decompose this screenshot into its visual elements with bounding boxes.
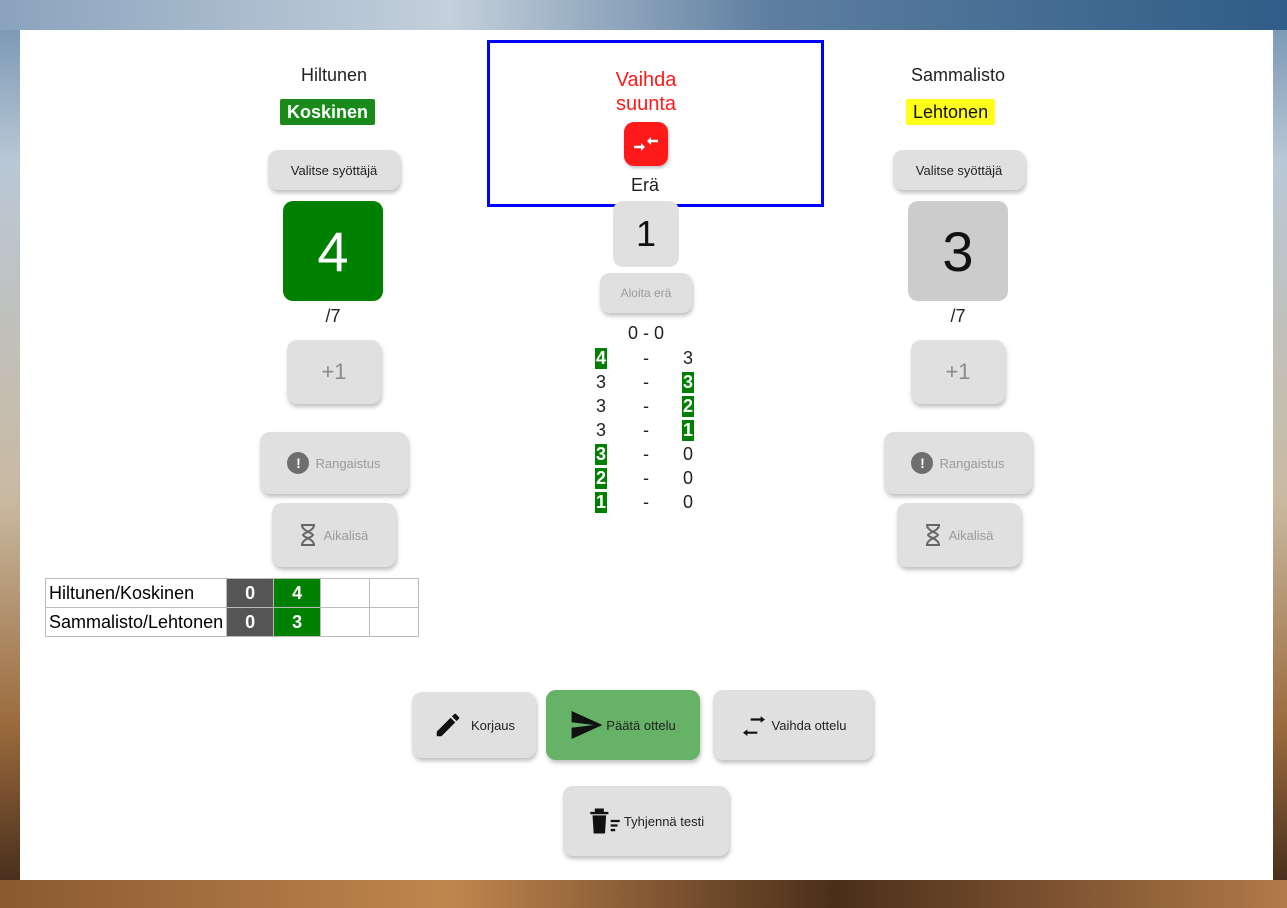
history-row: 3 - 0 bbox=[590, 444, 700, 468]
history-sep: - bbox=[643, 420, 649, 440]
history-left: 1 bbox=[595, 492, 607, 513]
correction-label: Korjaus bbox=[470, 717, 516, 733]
background-sky bbox=[0, 0, 1287, 30]
history-sep: - bbox=[643, 396, 649, 416]
tally-sets: 0 bbox=[226, 578, 275, 608]
tally-empty-cell bbox=[369, 607, 420, 637]
history-right: 3 bbox=[682, 348, 693, 368]
sets-tally-table: Hiltunen/Koskinen 0 4 Sammalisto/Lehtone… bbox=[44, 578, 420, 637]
right-penalty-label: Rangaistus bbox=[939, 455, 1005, 471]
clear-test-label: Tyhjennä testi bbox=[623, 813, 705, 829]
point-history: 4 - 3 3 - 3 3 - 2 3 - 1 3 - 0 2 - 0 1 - … bbox=[590, 348, 700, 516]
delete-sweep-icon bbox=[588, 806, 622, 836]
set-score: 0 - 0 bbox=[627, 323, 665, 343]
tally-empty-cell bbox=[369, 578, 420, 608]
history-sep: - bbox=[643, 492, 649, 512]
right-team-tag-label: Lehtonen bbox=[906, 99, 996, 125]
tally-team-name: Hiltunen/Koskinen bbox=[44, 578, 228, 608]
left-plus-one-button[interactable]: +1 bbox=[287, 340, 381, 404]
send-icon bbox=[570, 711, 604, 739]
history-right: 1 bbox=[682, 420, 694, 441]
change-match-label: Vaihda ottelu bbox=[771, 717, 847, 733]
right-timeout-button[interactable]: Aikalisä bbox=[897, 503, 1021, 567]
history-sep: - bbox=[643, 348, 649, 368]
history-row: 3 - 1 bbox=[590, 420, 700, 444]
table-row: Hiltunen/Koskinen 0 4 bbox=[44, 578, 420, 608]
history-right: 2 bbox=[682, 396, 694, 417]
right-max: /7 bbox=[950, 306, 966, 326]
right-timeout-label: Aikalisä bbox=[948, 527, 994, 543]
left-penalty-button[interactable]: ! Rangaistus bbox=[260, 432, 408, 494]
tally-sets: 0 bbox=[226, 607, 275, 637]
correction-button[interactable]: Korjaus bbox=[412, 692, 536, 758]
right-score-value: 3 bbox=[942, 219, 974, 283]
background-sand bbox=[0, 880, 1287, 908]
clear-test-button[interactable]: Tyhjennä testi bbox=[563, 786, 729, 856]
tally-current: 4 bbox=[273, 578, 322, 608]
right-plus-one-button[interactable]: +1 bbox=[911, 340, 1005, 404]
history-right: 0 bbox=[682, 468, 693, 488]
history-right: 0 bbox=[682, 444, 693, 464]
left-penalty-label: Rangaistus bbox=[315, 455, 381, 471]
left-timeout-label: Aikalisä bbox=[323, 527, 369, 543]
right-select-server-button[interactable]: Valitse syöttäjä bbox=[893, 150, 1025, 190]
pencil-icon bbox=[433, 710, 463, 740]
tally-team-name: Sammalisto/Lehtonen bbox=[44, 607, 228, 637]
end-match-button[interactable]: Päätä ottelu bbox=[546, 690, 700, 760]
history-left: 4 bbox=[595, 348, 607, 369]
switch-direction-button[interactable] bbox=[624, 122, 668, 166]
switch-direction-title: Vaihda suunta bbox=[590, 68, 702, 116]
history-left: 3 bbox=[595, 372, 606, 392]
history-left: 3 bbox=[595, 444, 607, 465]
left-team-tag: Koskinen bbox=[280, 99, 376, 125]
table-row: Sammalisto/Lehtonen 0 3 bbox=[44, 607, 420, 637]
change-match-button[interactable]: Vaihda ottelu bbox=[713, 690, 873, 760]
history-sep: - bbox=[643, 372, 649, 392]
history-row: 1 - 0 bbox=[590, 492, 700, 516]
switch-direction-title-line2: suunta bbox=[615, 93, 677, 115]
history-sep: - bbox=[643, 444, 649, 464]
round-number-value: 1 bbox=[635, 213, 657, 254]
left-timeout-button[interactable]: Aikalisä bbox=[272, 503, 396, 567]
left-plus-one-label: +1 bbox=[321, 359, 347, 384]
round-number-display: 1 bbox=[613, 201, 679, 267]
history-row: 2 - 0 bbox=[590, 468, 700, 492]
left-select-server-label: Valitse syöttäjä bbox=[290, 162, 378, 178]
left-max: /7 bbox=[325, 306, 341, 326]
alert-icon: ! bbox=[911, 452, 934, 474]
history-left: 2 bbox=[595, 468, 607, 489]
right-team-name: Sammalisto bbox=[910, 65, 1006, 85]
right-plus-one-label: +1 bbox=[945, 359, 971, 384]
right-score: 3 bbox=[908, 201, 1008, 301]
history-sep: - bbox=[643, 468, 649, 488]
swap-horiz-icon bbox=[740, 714, 768, 736]
left-score: 4 bbox=[283, 201, 383, 301]
start-round-button[interactable]: Aloita erä bbox=[600, 273, 692, 313]
history-row: 3 - 2 bbox=[590, 396, 700, 420]
hourglass-icon bbox=[925, 524, 941, 546]
swap-direction-icon bbox=[633, 135, 659, 153]
history-row: 3 - 3 bbox=[590, 372, 700, 396]
left-team-tag-label: Koskinen bbox=[280, 99, 376, 125]
round-label: Erä bbox=[630, 175, 659, 195]
alert-icon: ! bbox=[287, 452, 310, 474]
right-select-server-label: Valitse syöttäjä bbox=[915, 162, 1003, 178]
history-right: 3 bbox=[682, 372, 694, 393]
right-team-tag: Lehtonen bbox=[906, 99, 996, 125]
right-penalty-button[interactable]: ! Rangaistus bbox=[884, 432, 1032, 494]
start-round-label: Aloita erä bbox=[620, 286, 672, 300]
hourglass-icon bbox=[300, 524, 316, 546]
switch-direction-title-line1: Vaihda bbox=[615, 69, 677, 91]
tally-empty-cell bbox=[320, 607, 371, 637]
history-left: 3 bbox=[595, 420, 606, 440]
history-left: 3 bbox=[595, 396, 606, 416]
left-select-server-button[interactable]: Valitse syöttäjä bbox=[268, 150, 400, 190]
tally-empty-cell bbox=[320, 578, 371, 608]
left-team-name: Hiltunen bbox=[300, 65, 368, 85]
tally-current: 3 bbox=[273, 607, 322, 637]
left-score-value: 4 bbox=[317, 219, 349, 283]
end-match-label: Päätä ottelu bbox=[606, 717, 676, 733]
history-row: 4 - 3 bbox=[590, 348, 700, 372]
history-right: 0 bbox=[682, 492, 693, 512]
